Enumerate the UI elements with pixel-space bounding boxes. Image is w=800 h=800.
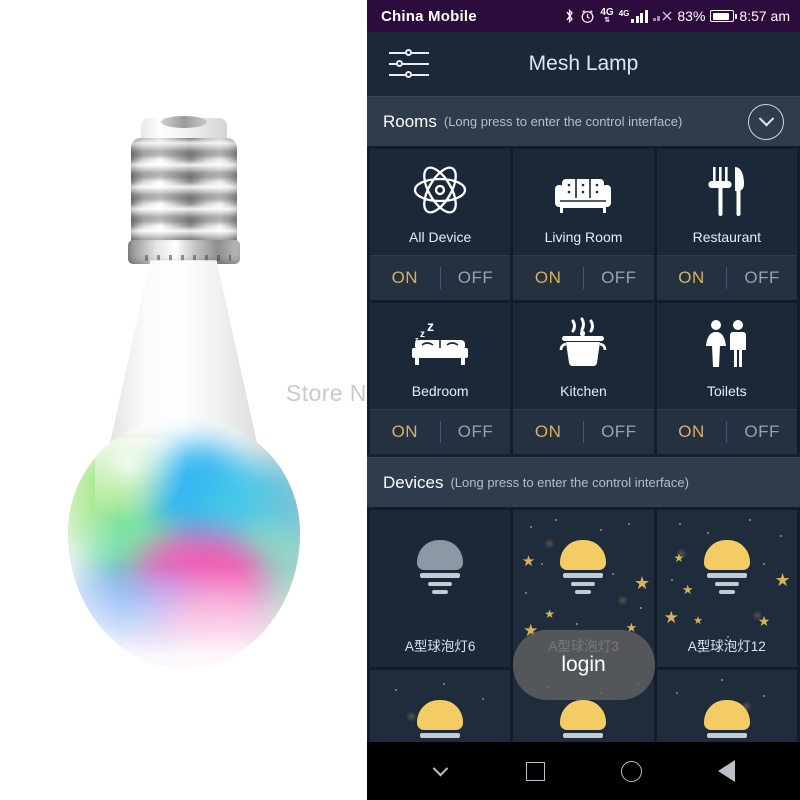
chevron-down-icon[interactable] (424, 754, 458, 788)
store-watermark: Store No: 2810038 (286, 380, 367, 406)
room-name: Toilets (706, 383, 747, 399)
room-toggle: ON OFF (656, 409, 797, 454)
room-toggle: ON OFF (513, 255, 654, 300)
square-recents-icon[interactable] (519, 754, 553, 788)
circle-home-icon[interactable] (614, 754, 648, 788)
bulb-bottom-fade (67, 565, 300, 668)
sliders-icon[interactable] (389, 47, 429, 81)
battery-percent: 83% (677, 8, 706, 24)
room-toggle: ON OFF (370, 255, 511, 300)
bulb-contact-tip (160, 116, 207, 128)
room-name: Bedroom (411, 383, 469, 399)
bulb-icon (698, 540, 756, 598)
devices-section-header: Devices (Long press to enter the control… (367, 457, 800, 507)
status-clock: 8:57 am (739, 8, 790, 24)
toast-message: login (512, 630, 655, 700)
room-tile-kitchen[interactable]: Kitchen ON OFF (513, 303, 654, 454)
android-nav-bar (367, 742, 800, 800)
room-tile-bedroom[interactable]: z z z Bedroom ON OFF (370, 303, 511, 454)
room-tile-living-room[interactable]: Living Room ON OFF (513, 149, 654, 300)
room-on-button[interactable]: ON (513, 268, 583, 288)
battery-icon (710, 10, 738, 22)
rooms-subtitle: (Long press to enter the control interfa… (443, 114, 683, 129)
cooking-pot-icon (555, 303, 611, 377)
room-name: Restaurant (692, 229, 762, 245)
room-tile-all-device[interactable]: All Device ON OFF (370, 149, 511, 300)
page-title: Mesh Lamp (528, 52, 639, 75)
no-signal-x-icon (662, 11, 672, 21)
room-off-button[interactable]: OFF (441, 268, 511, 288)
4g-data-icon: 4G ⇅ (600, 7, 614, 25)
room-toggle: ON OFF (513, 409, 654, 454)
room-on-button[interactable]: ON (513, 422, 583, 442)
chevron-down-circle-icon[interactable] (748, 103, 784, 140)
rooms-title: Rooms (383, 111, 437, 131)
device-name: A型球泡灯12 (687, 639, 766, 654)
product-photo: Store No: 2810038 (0, 0, 367, 800)
room-off-button[interactable]: OFF (441, 422, 511, 442)
bed-sleep-icon: z z z (409, 303, 471, 377)
status-icons: 4G ⇅ 4G 83% 8:57 am (564, 8, 790, 24)
sofa-icon (554, 149, 612, 223)
devices-subtitle: (Long press to enter the control interfa… (450, 475, 689, 490)
restroom-icon (699, 303, 755, 377)
room-off-button[interactable]: OFF (727, 268, 797, 288)
device-tile[interactable]: A型球泡灯6 (370, 510, 511, 667)
rooms-grid: All Device ON OFF Living Room ON OFF Res… (367, 146, 800, 454)
room-name: Living Room (544, 229, 623, 245)
devices-title: Devices (383, 472, 444, 492)
room-name: Kitchen (560, 383, 607, 399)
room-toggle: ON OFF (656, 255, 797, 300)
alarm-clock-icon (581, 9, 594, 23)
room-on-button[interactable]: ON (370, 422, 440, 442)
sim2-no-signal-icon (652, 11, 673, 21)
room-on-button[interactable]: ON (370, 268, 440, 288)
svg-text:z: z (427, 318, 434, 334)
room-on-button[interactable]: ON (657, 422, 727, 442)
room-tile-restaurant[interactable]: Restaurant ON OFF (656, 149, 797, 300)
device-tile[interactable]: ★ ★ ★ ★ ★ ★ A型球泡灯12 (656, 510, 797, 667)
screenshot-canvas: Store No: 2810038 China Mobile 4G⇅ 4G (0, 0, 800, 800)
rooms-section-header: Rooms (Long press to enter the control i… (367, 96, 800, 146)
room-name: All Device (409, 229, 472, 245)
carrier-label: China Mobile (381, 7, 477, 25)
phone-screenshot: China Mobile 4G ⇅ 4G 83% 8:57 am Mesh La… (367, 0, 800, 800)
4g-signal-icon: 4G (619, 9, 648, 23)
bulb-highlight (95, 438, 189, 523)
bluetooth-icon (566, 8, 574, 24)
bulb-screw-thread (130, 138, 237, 248)
room-toggle: ON OFF (370, 409, 511, 454)
app-bar: Mesh Lamp (367, 32, 800, 96)
bulb-globe (67, 418, 300, 668)
room-off-button[interactable]: OFF (584, 268, 654, 288)
status-bar: China Mobile 4G ⇅ 4G 83% 8:57 am (367, 0, 800, 32)
atom-icon (411, 149, 469, 223)
bulb-icon (411, 540, 469, 598)
led-bulb-image (67, 116, 300, 698)
room-off-button[interactable]: OFF (584, 422, 654, 442)
room-on-button[interactable]: ON (657, 268, 727, 288)
room-tile-toilets[interactable]: Toilets ON OFF (656, 303, 797, 454)
triangle-back-icon[interactable] (709, 754, 743, 788)
toast-text: login (561, 653, 606, 676)
bulb-icon (554, 540, 612, 598)
device-name: A型球泡灯6 (404, 639, 476, 654)
room-off-button[interactable]: OFF (727, 422, 797, 442)
fork-knife-icon (704, 149, 750, 223)
svg-text:z: z (420, 329, 425, 340)
